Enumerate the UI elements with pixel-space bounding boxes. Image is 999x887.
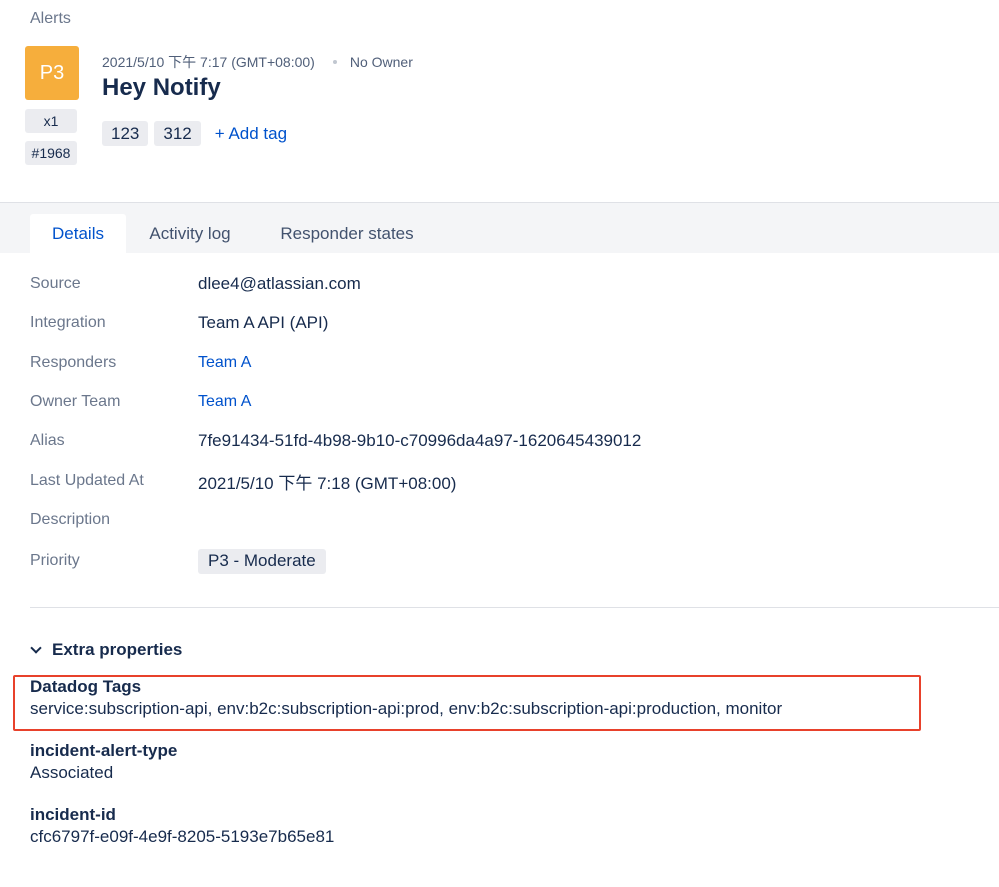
tag-row: 123 312 + Add tag [102, 121, 287, 146]
detail-row-source: Source dlee4@atlassian.com [30, 272, 361, 296]
highlight-annotation [13, 675, 921, 731]
detail-label: Source [30, 275, 81, 292]
tag-chip[interactable]: 312 [154, 121, 201, 146]
tag-chip[interactable]: 123 [102, 121, 149, 146]
tab-responder-states[interactable]: Responder states [261, 214, 433, 253]
detail-label: Owner Team [30, 393, 121, 410]
extra-property: incident-id cfc6797f-e09f-4e9f-8205-5193… [30, 804, 334, 848]
detail-row-responders: Responders Team A [30, 351, 251, 375]
property-name: incident-id [30, 805, 116, 824]
detail-label: Alias [30, 432, 65, 449]
section-divider [30, 607, 999, 608]
alert-title: Hey Notify [102, 74, 221, 101]
owner-team-link[interactable]: Team A [198, 393, 251, 411]
alert-count-badge: x1 [25, 109, 77, 133]
breadcrumb[interactable]: Alerts [30, 10, 71, 28]
detail-label: Responders [30, 354, 117, 371]
tab-details[interactable]: Details [30, 214, 126, 253]
chevron-down-icon [30, 642, 42, 654]
alert-timestamp: 2021/5/10 下午 7:17 (GMT+08:00) [102, 54, 315, 70]
detail-label: Description [30, 511, 111, 528]
property-value: Associated [30, 763, 114, 782]
property-name: incident-alert-type [30, 741, 178, 760]
tab-bar: Details Activity log Responder states [0, 202, 999, 253]
extra-properties-toggle[interactable]: Extra properties [30, 640, 182, 660]
priority-value-chip: P3 - Moderate [198, 548, 326, 574]
add-tag-button[interactable]: + Add tag [215, 124, 287, 144]
extra-properties-title: Extra properties [52, 640, 183, 659]
responders-link[interactable]: Team A [198, 354, 251, 372]
detail-row-owner-team: Owner Team Team A [30, 390, 251, 414]
tab-activity-log[interactable]: Activity log [129, 214, 251, 253]
extra-property: incident-alert-type Associated [30, 740, 177, 784]
detail-label: Last Updated At [30, 472, 144, 489]
priority-badge: P3 [25, 46, 79, 100]
last-updated-value: 2021/5/10 下午 7:18 (GMT+08:00) [198, 473, 457, 493]
source-value: dlee4@atlassian.com [198, 274, 361, 293]
alert-meta: 2021/5/10 下午 7:17 (GMT+08:00) No Owner [102, 52, 413, 72]
alias-value: 7fe91434-51fd-4b98-9b10-c70996da4a97-162… [198, 431, 642, 450]
alert-id-badge: #1968 [25, 141, 77, 165]
detail-row-last-updated: Last Updated At 2021/5/10 下午 7:18 (GMT+0… [30, 469, 456, 493]
detail-row-alias: Alias 7fe91434-51fd-4b98-9b10-c70996da4a… [30, 429, 641, 453]
detail-label: Integration [30, 314, 106, 331]
detail-label: Priority [30, 552, 80, 569]
alert-owner[interactable]: No Owner [350, 54, 413, 70]
detail-row-priority: Priority P3 - Moderate [30, 548, 326, 574]
detail-row-integration: Integration Team A API (API) [30, 311, 328, 335]
detail-row-description: Description [30, 508, 198, 532]
property-value: cfc6797f-e09f-4e9f-8205-5193e7b65e81 [30, 827, 335, 846]
integration-value: Team A API (API) [198, 313, 329, 332]
separator-dot [332, 60, 337, 64]
